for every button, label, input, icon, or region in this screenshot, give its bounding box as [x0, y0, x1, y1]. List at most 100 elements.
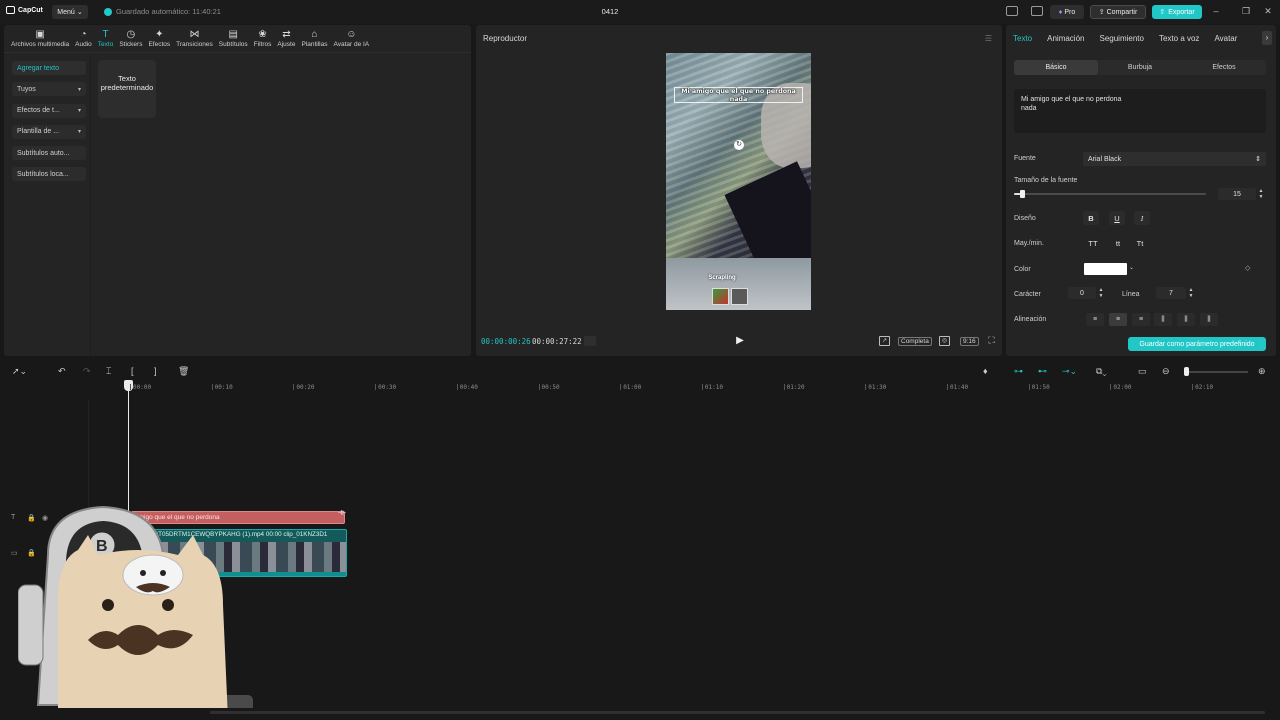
select-tool-icon[interactable]: ➚⌄ — [12, 365, 27, 377]
lowercase-option[interactable]: tt — [1111, 236, 1125, 250]
character-spacing-stepper-icon[interactable]: ▲ ▼ — [1097, 287, 1105, 299]
webcam-overlay: B — [17, 505, 263, 720]
minimize-icon[interactable]: – — [1210, 6, 1222, 16]
tab-text[interactable]: T Texto — [95, 25, 117, 51]
tab-subtitles[interactable]: ▤ Subtítulos — [216, 25, 251, 51]
zoom-out-icon[interactable]: ⊖ — [1162, 365, 1170, 377]
tab-stickers[interactable]: ◷ Stickers — [116, 25, 145, 51]
text-overlay[interactable]: Mi amigo que el que no perdona nada — [674, 87, 803, 103]
video-preview[interactable]: Mi amigo que el que no perdona nada ↻ Sc… — [666, 53, 811, 310]
bold-icon[interactable]: B — [1083, 211, 1099, 225]
line-spacing-input[interactable]: 7 — [1156, 287, 1186, 299]
shortcut-icon[interactable] — [1031, 6, 1043, 16]
play-button[interactable]: ▶ — [734, 335, 746, 347]
snap-icon[interactable]: ⧉⌄ — [1096, 365, 1107, 377]
tab-filters[interactable]: ❀ Filtros — [251, 25, 275, 51]
chevron-down-icon[interactable]: ⌄ — [1129, 264, 1134, 271]
text-category-list: Agregar texto Tuyos ▾ Efectos de t... ▾ … — [12, 61, 86, 189]
zoom-slider-handle[interactable] — [1184, 367, 1189, 376]
sidebar-item-text-effects[interactable]: Efectos de t... ▾ — [12, 103, 86, 118]
font-size-slider[interactable] — [1014, 190, 1206, 198]
underline-icon[interactable]: U — [1109, 211, 1125, 225]
snapshot-icon[interactable]: ↗ — [879, 336, 890, 346]
trim-right-icon[interactable]: ] — [154, 365, 157, 377]
align-middle-icon[interactable]: ⫼ — [1177, 313, 1195, 326]
chevron-right-icon[interactable]: › — [1262, 31, 1272, 45]
line-spacing-stepper-icon[interactable]: ▲ ▼ — [1187, 287, 1195, 299]
tab-avatar[interactable]: Avatar — [1214, 34, 1237, 43]
link-icon[interactable]: ⊷ — [1038, 365, 1047, 377]
zoom-slider[interactable] — [1185, 371, 1248, 373]
tab-transitions[interactable]: ⋈ Transiciones — [173, 25, 216, 51]
subtab-basic[interactable]: Básico — [1014, 60, 1098, 75]
view-mode-button[interactable]: Completa — [898, 337, 932, 346]
sidebar-item-add-text[interactable]: Agregar texto — [12, 61, 86, 75]
magnet-icon[interactable]: ⊶ — [1014, 365, 1023, 377]
restore-icon[interactable]: ❐ — [1240, 6, 1252, 17]
share-button[interactable]: ⇪ Compartir — [1090, 5, 1146, 19]
project-title[interactable]: 0412 — [590, 7, 630, 16]
delete-icon[interactable]: 🗑 — [178, 365, 189, 377]
color-picker[interactable] — [1084, 263, 1127, 275]
titlecase-option[interactable]: Tt — [1133, 236, 1147, 250]
microphone-icon[interactable]: ♦ — [983, 365, 988, 377]
subtab-bubble[interactable]: Burbuja — [1098, 60, 1182, 75]
hamburger-menu-icon[interactable]: ☰ — [985, 34, 992, 43]
tab-ai-avatar[interactable]: ☺ Avatar de IA — [330, 25, 372, 51]
ai-avatar-icon: ☺ — [346, 29, 357, 40]
default-text-preset[interactable]: Texto predeterminado — [98, 60, 156, 118]
uppercase-option[interactable]: TT — [1086, 236, 1100, 250]
thumbnail-image — [731, 288, 748, 305]
pro-button[interactable]: ♦ Pro — [1050, 5, 1084, 19]
tab-adjust[interactable]: ⇄ Ajuste — [274, 25, 298, 51]
export-button[interactable]: ⇧ Exportar — [1152, 5, 1202, 19]
layout-icon[interactable] — [1006, 6, 1018, 16]
fullscreen-icon[interactable]: ⛶ — [986, 336, 997, 346]
sidebar-item-local-captions[interactable]: Subtítulos loca... — [12, 167, 86, 182]
tab-effects[interactable]: ✦ Efectos — [145, 25, 173, 51]
tab-templates[interactable]: ⌂ Plantillas — [298, 25, 330, 51]
align-left-icon[interactable]: ≡ — [1086, 313, 1104, 326]
tab-tracking[interactable]: Seguimiento — [1099, 34, 1143, 43]
align-center-icon[interactable]: ≡ — [1109, 313, 1127, 326]
menu-button[interactable]: Menú ⌄ — [52, 5, 88, 19]
caption-icon[interactable]: ▭ — [1138, 365, 1147, 377]
tab-animation[interactable]: Animación — [1047, 34, 1084, 43]
character-spacing-input[interactable]: 0 — [1068, 287, 1096, 299]
italic-icon[interactable]: I — [1134, 211, 1150, 225]
timeline-scrollbar[interactable] — [210, 711, 1265, 714]
timeline-view-icon[interactable] — [584, 336, 596, 346]
font-size-input[interactable]: 15 — [1218, 188, 1256, 200]
close-icon[interactable]: ✕ — [1262, 6, 1274, 17]
undo-icon[interactable]: ↶ — [58, 365, 66, 377]
sidebar-item-auto-captions[interactable]: Subtítulos auto... — [12, 146, 86, 161]
properties-panel: Texto Animación Seguimiento Texto a voz … — [1006, 25, 1276, 356]
split-icon[interactable]: ⌶ — [106, 365, 111, 377]
focus-icon[interactable]: ◎ — [939, 336, 950, 346]
align-right-icon[interactable]: ≡ — [1132, 313, 1150, 326]
sidebar-item-yours[interactable]: Tuyos ▾ — [12, 82, 86, 97]
redo-icon[interactable]: ↷ — [83, 365, 91, 377]
keyframe-icon[interactable]: ◇ — [1245, 264, 1250, 272]
align-top-icon[interactable]: ⫼ — [1154, 313, 1172, 326]
tab-audio[interactable]: ◔ Audio — [72, 25, 95, 51]
sidebar-divider — [90, 53, 91, 356]
aspect-ratio-button[interactable]: 9:16 — [960, 337, 979, 346]
ruler-tick-label: 01:20 — [786, 384, 805, 391]
align-bottom-icon[interactable]: ⫼ — [1200, 313, 1218, 326]
text-content-field[interactable]: Mi amigo que el que no perdona nada — [1014, 89, 1266, 133]
save-preset-button[interactable]: Guardar como parámetro predefinido — [1128, 337, 1266, 351]
sidebar-item-text-templates[interactable]: Plantilla de ... ▾ — [12, 124, 86, 139]
tab-text[interactable]: Texto — [1013, 34, 1032, 43]
trim-left-icon[interactable]: [ — [131, 365, 134, 377]
zoom-in-icon[interactable]: ⊕ — [1258, 365, 1266, 377]
rotate-handle-icon[interactable]: ↻ — [734, 140, 744, 150]
font-size-slider-handle[interactable] — [1019, 190, 1025, 198]
sidebar-item-label: Subtítulos loca... — [17, 170, 69, 178]
subtab-effects[interactable]: Efectos — [1182, 60, 1266, 75]
font-size-stepper-icon[interactable]: ▲ ▼ — [1257, 188, 1265, 200]
tab-text-to-speech[interactable]: Texto a voz — [1159, 34, 1199, 43]
preview-axis-icon[interactable]: ⊸⌄ — [1062, 365, 1077, 377]
tab-media[interactable]: ▣ Archivos multimedia — [8, 25, 72, 51]
font-select[interactable]: Arial Black ⇕ — [1083, 152, 1266, 166]
